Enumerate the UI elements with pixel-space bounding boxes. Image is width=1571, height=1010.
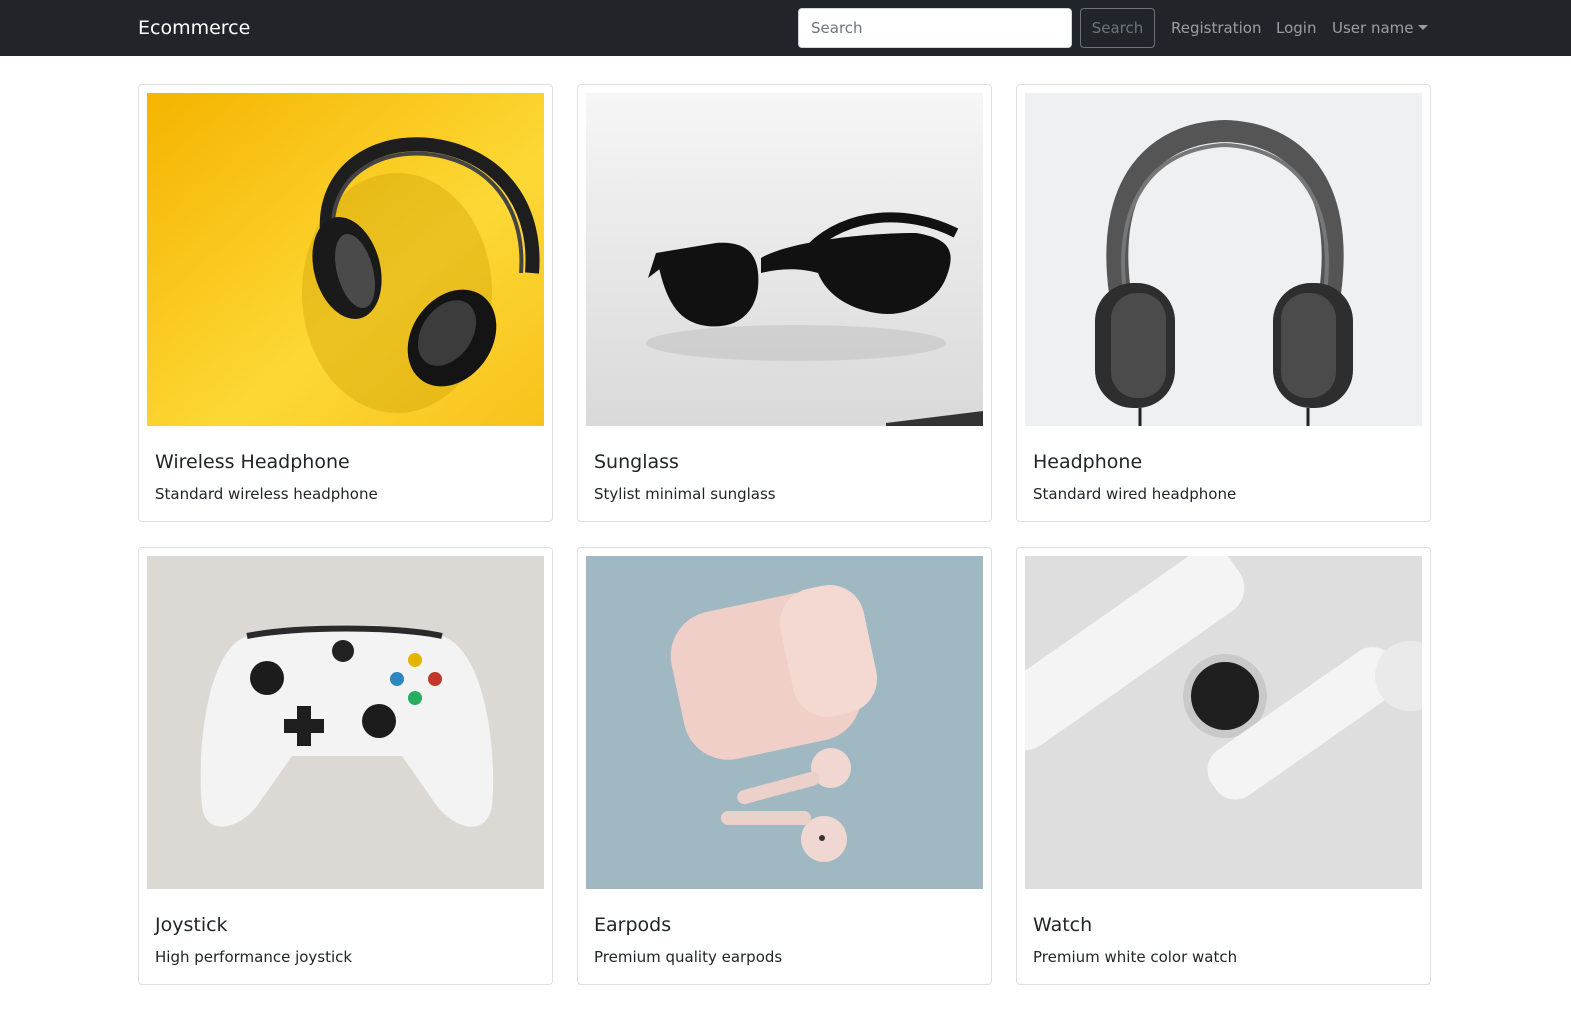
product-title: Sunglass	[594, 451, 679, 473]
chevron-down-icon	[1417, 25, 1428, 30]
product-title: Watch	[1033, 914, 1093, 936]
product-image-watch[interactable]	[1025, 556, 1422, 889]
brand-link[interactable]: Ecommerce	[138, 15, 250, 41]
product-card-joystick[interactable]: Joystick High performance joystick	[138, 547, 553, 985]
sunglass-photo	[586, 93, 983, 426]
nav-registration-link[interactable]: Registration	[1171, 17, 1261, 39]
joystick-photo	[147, 556, 544, 889]
search-button[interactable]: Search	[1080, 8, 1155, 48]
user-dropdown-label: User name	[1332, 19, 1414, 37]
user-dropdown[interactable]: User name	[1332, 17, 1428, 39]
product-description: Standard wired headphone	[1033, 485, 1237, 503]
product-card-wireless-headphone[interactable]: Wireless Headphone Standard wireless hea…	[138, 84, 553, 522]
product-image-headphone[interactable]	[1025, 93, 1422, 426]
product-image-earpods[interactable]	[586, 556, 983, 889]
product-card-sunglass[interactable]: Sunglass Stylist minimal sunglass	[577, 84, 992, 522]
product-title: Joystick	[155, 914, 228, 936]
watch-photo	[1025, 556, 1422, 889]
product-title: Earpods	[594, 914, 672, 936]
headphone-photo	[1025, 93, 1422, 426]
product-card-watch[interactable]: Watch Premium white color watch	[1016, 547, 1431, 985]
product-image-wireless-headphone[interactable]	[147, 93, 544, 426]
product-title: Wireless Headphone	[155, 451, 350, 473]
product-card-earpods[interactable]: Earpods Premium quality earpods	[577, 547, 992, 985]
product-description: Premium white color watch	[1033, 948, 1238, 966]
product-description: Standard wireless headphone	[155, 485, 378, 503]
product-image-joystick[interactable]	[147, 556, 544, 889]
wireless-headphone-photo	[147, 93, 544, 426]
product-description: Stylist minimal sunglass	[594, 485, 776, 503]
product-image-sunglass[interactable]	[586, 93, 983, 426]
nav-login-link[interactable]: Login	[1276, 17, 1316, 39]
search-input[interactable]	[798, 8, 1072, 48]
navbar: Ecommerce Search Registration Login User…	[0, 0, 1571, 56]
product-title: Headphone	[1033, 451, 1143, 473]
earpods-photo	[586, 556, 983, 889]
product-description: Premium quality earpods	[594, 948, 783, 966]
product-card-headphone[interactable]: Headphone Standard wired headphone	[1016, 84, 1431, 522]
product-description: High performance joystick	[155, 948, 353, 966]
